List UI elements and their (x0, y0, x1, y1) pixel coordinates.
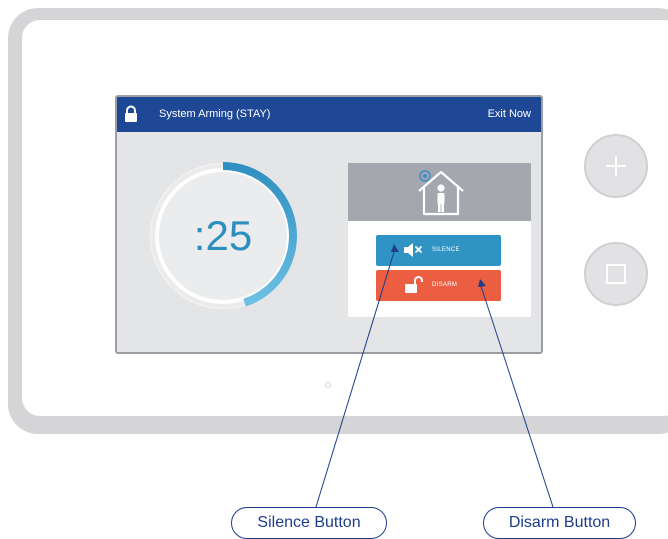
touchscreen: System Arming (STAY) Exit Now :25 SILENC… (115, 95, 543, 354)
silence-button-callout: Silence Button (231, 507, 387, 539)
square-icon (606, 264, 626, 284)
square-side-button[interactable] (584, 242, 648, 306)
house-person-icon (418, 170, 464, 216)
countdown-value: :25 (193, 212, 253, 259)
silence-button[interactable]: SILENCE (376, 235, 501, 266)
status-led (325, 382, 331, 388)
card-header (348, 163, 531, 221)
title-bar: System Arming (STAY) Exit Now (117, 97, 541, 132)
screen-title: System Arming (STAY) (159, 108, 271, 120)
disarm-button-callout: Disarm Button (483, 507, 636, 539)
plus-icon (606, 156, 626, 176)
plus-side-button[interactable] (584, 134, 648, 198)
disarm-button[interactable]: DISARM (376, 270, 501, 301)
exit-now-button[interactable]: Exit Now (488, 108, 531, 120)
disarm-label: DISARM (432, 282, 458, 288)
silence-label: SILENCE (432, 247, 460, 253)
lock-icon (125, 105, 137, 122)
action-card: SILENCE DISARM (348, 163, 531, 317)
unlock-icon (405, 276, 423, 293)
speaker-mute-icon (404, 243, 422, 257)
